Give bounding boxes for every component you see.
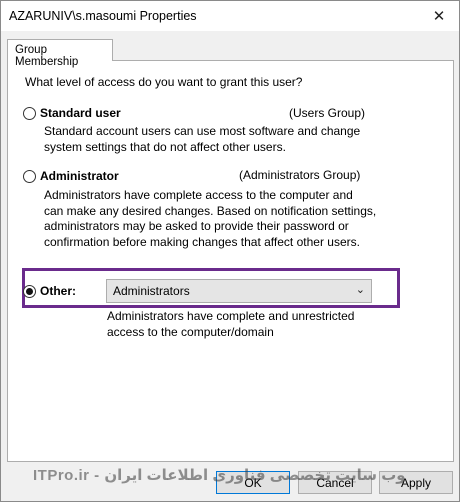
- description-line: can make any desired changes. Based on n…: [44, 203, 377, 218]
- window-title: AZARUNIV\s.masoumi Properties: [9, 9, 197, 23]
- administrators-group-label: (Administrators Group): [239, 168, 361, 182]
- description-line: confirmation before making changes that …: [44, 234, 360, 249]
- close-icon[interactable]: ✕: [425, 4, 453, 28]
- group-select-value: Administrators: [113, 284, 190, 298]
- other-option[interactable]: Other:: [23, 284, 76, 298]
- users-group-label: (Users Group): [289, 106, 366, 120]
- description-line: access to the computer/domain: [107, 324, 274, 339]
- administrator-label: Administrator: [40, 169, 119, 183]
- title-bar: AZARUNIV\s.masoumi Properties ✕: [1, 1, 459, 31]
- administrator-description: Administrators have complete access to t…: [44, 188, 394, 250]
- description-line: Standard account users can use most soft…: [44, 124, 361, 138]
- access-question: What level of access do you want to gran…: [25, 75, 303, 89]
- other-description: Administrators have complete and unrestr…: [107, 309, 407, 340]
- watermark-text: ITPro.ir - وب سایت تخصصی فناوری اطلاعات …: [33, 467, 406, 484]
- chevron-down-icon[interactable]: ⌄: [356, 283, 365, 296]
- group-select[interactable]: Administrators ⌄: [106, 279, 372, 303]
- standard-user-label: Standard user: [40, 106, 121, 120]
- description-line: Administrators have complete access to t…: [44, 188, 353, 202]
- administrator-radio[interactable]: [23, 169, 36, 183]
- standard-user-radio[interactable]: [23, 106, 36, 120]
- administrator-option[interactable]: Administrator: [23, 169, 119, 183]
- standard-user-option[interactable]: Standard user: [23, 106, 121, 120]
- tab-group-membership[interactable]: Group Membership: [7, 39, 113, 68]
- description-line: Administrators have complete and unrestr…: [107, 309, 355, 323]
- tab-panel: What level of access do you want to gran…: [7, 60, 454, 462]
- description-line: administrators may be asked to provide t…: [44, 219, 349, 233]
- properties-dialog: AZARUNIV\s.masoumi Properties ✕ Group Me…: [0, 0, 460, 502]
- other-label: Other:: [40, 284, 76, 298]
- other-radio[interactable]: [23, 284, 36, 298]
- standard-user-description: Standard account users can use most soft…: [44, 124, 384, 155]
- description-line: system settings that do not affect other…: [44, 139, 286, 154]
